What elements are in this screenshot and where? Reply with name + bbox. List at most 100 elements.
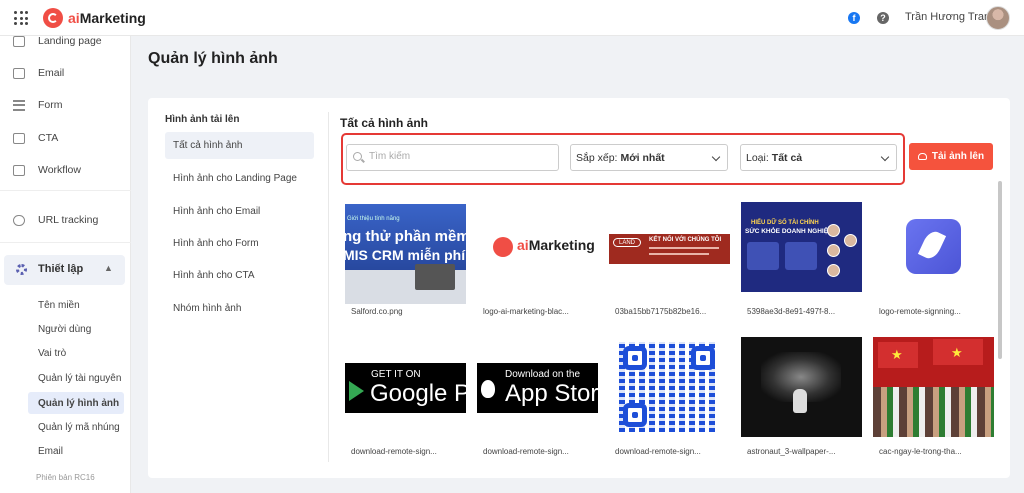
upload-image-button[interactable]: Tải ảnh lên — [909, 143, 993, 170]
person-icon — [827, 224, 840, 237]
sort-value: Mới nhất — [620, 151, 665, 164]
image-nav-email[interactable]: Hình ảnh cho Email — [165, 198, 314, 225]
thumbnail-line — [649, 247, 719, 249]
person-icon — [844, 234, 857, 247]
sidebar-item-label: CTA — [38, 132, 59, 144]
person-icon — [827, 264, 840, 277]
image-thumbnail[interactable] — [741, 337, 862, 437]
thumbnail-panel — [785, 242, 817, 270]
user-name[interactable]: Trần Hương Trang — [905, 11, 996, 23]
image-caption: download-remote-sign... — [615, 447, 701, 456]
image-caption: cac-ngay-le-trong-tha... — [879, 447, 962, 456]
cloud-upload-icon — [917, 153, 927, 160]
image-nav-cta[interactable]: Hình ảnh cho CTA — [165, 262, 314, 289]
version-label: Phiên bản RC16 — [36, 473, 95, 482]
sidebar-sub-item-email[interactable]: Email — [38, 446, 63, 457]
image-nav-landing-page[interactable]: Hình ảnh cho Landing Page — [165, 165, 314, 192]
sidebar-item-label: Landing page — [38, 35, 102, 47]
image-caption: logo-remote-signning... — [879, 307, 961, 316]
page-title: Quản lý hình ảnh — [148, 50, 278, 67]
qr-finder-icon — [623, 403, 647, 427]
image-nav-groups[interactable]: Nhóm hình ảnh — [165, 295, 314, 322]
sort-label: Sắp xếp: — [576, 151, 618, 164]
image-caption: 03ba15bb7175b82be16... — [615, 307, 707, 316]
sidebar-sub-item-images[interactable]: Quản lý hình ảnh — [38, 398, 119, 409]
type-select[interactable]: Loại: Tất cả — [740, 144, 897, 171]
top-bar: aiMarketing f ? Trần Hương Trang — [0, 0, 1024, 36]
workflow-icon — [13, 164, 25, 176]
sidebar-sub-item-embed-codes[interactable]: Quản lý mã nhúng — [38, 422, 120, 433]
column-divider — [328, 112, 329, 462]
sidebar-item-label: Workflow — [38, 164, 81, 176]
image-caption: download-remote-sign... — [351, 447, 437, 456]
search-input[interactable] — [369, 151, 549, 162]
sidebar-item-workflow[interactable]: Workflow — [0, 159, 131, 181]
thumbnail-text: KẾT NỐI VỚI CHÚNG TÔI — [649, 237, 722, 243]
thumbnail-text: HIỂU DỮ SỐ TÀI CHÍNH — [751, 220, 819, 226]
image-thumbnail[interactable] — [873, 200, 994, 300]
cta-icon — [13, 132, 25, 144]
thumbnail-text: App Store — [505, 380, 598, 407]
search-field[interactable] — [346, 144, 559, 171]
sidebar-item-label: Email — [38, 67, 65, 79]
image-thumbnail[interactable] — [609, 337, 730, 437]
sidebar-sub-item-roles[interactable]: Vai trò — [38, 348, 66, 359]
thumbnail-panel — [747, 242, 779, 270]
image-nav-form[interactable]: Hình ảnh cho Form — [165, 230, 314, 257]
sidebar-item-landing-page[interactable]: Landing page — [0, 30, 131, 52]
image-caption: download-remote-sign... — [483, 447, 569, 456]
content-title: Tất cả hình ảnh — [340, 116, 429, 130]
laptop-icon — [415, 264, 455, 290]
image-thumbnail[interactable]: Giới thiệu tính năng ng thử phần mềm MIS… — [345, 204, 466, 304]
thumbnail-text: GET IT ON — [371, 369, 421, 380]
thumbnail-text: Google Play — [370, 380, 466, 407]
sidebar-item-cta[interactable]: CTA — [0, 127, 131, 149]
apps-grid-icon[interactable] — [14, 11, 28, 25]
avatar[interactable] — [986, 6, 1010, 30]
person-icon — [827, 244, 840, 257]
thumbnail-text: ng thử phần mềm — [345, 228, 466, 245]
sidebar-item-email[interactable]: Email — [0, 62, 131, 84]
thumbnail-text: Download on the — [505, 369, 581, 380]
sidebar-divider — [0, 190, 131, 191]
star-icon: ★ — [951, 345, 963, 360]
feather-app-icon — [906, 219, 961, 274]
facebook-icon[interactable]: f — [848, 12, 860, 24]
thumbnail-line — [649, 253, 709, 255]
sidebar-item-settings[interactable]: Thiết lập ▲ — [4, 255, 125, 285]
thumbnail-text: MIS CRM miễn phí — [345, 247, 466, 263]
gear-icon — [16, 264, 27, 275]
upload-button-label: Tải ảnh lên — [931, 151, 985, 162]
help-icon[interactable]: ? — [877, 12, 889, 24]
qr-finder-icon — [623, 346, 647, 370]
brand-logo[interactable]: aiMarketing — [43, 7, 146, 29]
image-thumbnail[interactable]: aiMarketing — [477, 200, 598, 300]
chevron-up-icon: ▲ — [104, 263, 113, 273]
thumbnail-text: aiMarketing — [517, 237, 595, 253]
link-icon — [13, 214, 25, 226]
sort-select[interactable]: Sắp xếp: Mới nhất — [570, 144, 728, 171]
crowd-image — [873, 387, 994, 437]
image-nav-all[interactable]: Tất cả hình ảnh — [165, 132, 314, 159]
sidebar-sub-item-resources[interactable]: Quản lý tài nguyên — [38, 373, 121, 384]
image-thumbnail[interactable]: ★ ★ — [873, 337, 994, 437]
gallery-scrollbar[interactable] — [998, 181, 1002, 359]
qr-finder-icon — [691, 346, 715, 370]
email-icon — [13, 67, 25, 79]
google-play-icon — [349, 381, 364, 401]
image-caption: Salford.co.png — [351, 307, 403, 316]
sidebar-item-url-tracking[interactable]: URL tracking — [0, 209, 131, 231]
image-nav-title: Hình ảnh tải lên — [165, 114, 240, 125]
sidebar-item-label: URL tracking — [38, 214, 99, 226]
image-thumbnail[interactable]: Download on the App Store — [477, 363, 598, 413]
ai-marketing-logo-icon — [493, 237, 513, 257]
sidebar-item-form[interactable]: Form — [0, 94, 131, 116]
sidebar-sub-item-domain[interactable]: Tên miền — [38, 300, 80, 311]
image-thumbnail[interactable]: LAND KẾT NỐI VỚI CHÚNG TÔI — [609, 200, 730, 300]
chevron-down-icon — [880, 152, 890, 162]
image-caption: astronaut_3-wallpaper-... — [747, 447, 836, 456]
image-thumbnail[interactable]: GET IT ON Google Play — [345, 363, 466, 413]
image-thumbnail[interactable]: HIỂU DỮ SỐ TÀI CHÍNH SỨC KHỎE DOANH NGHI… — [741, 202, 862, 292]
search-icon — [353, 152, 362, 161]
sidebar-sub-item-users[interactable]: Người dùng — [38, 324, 91, 335]
